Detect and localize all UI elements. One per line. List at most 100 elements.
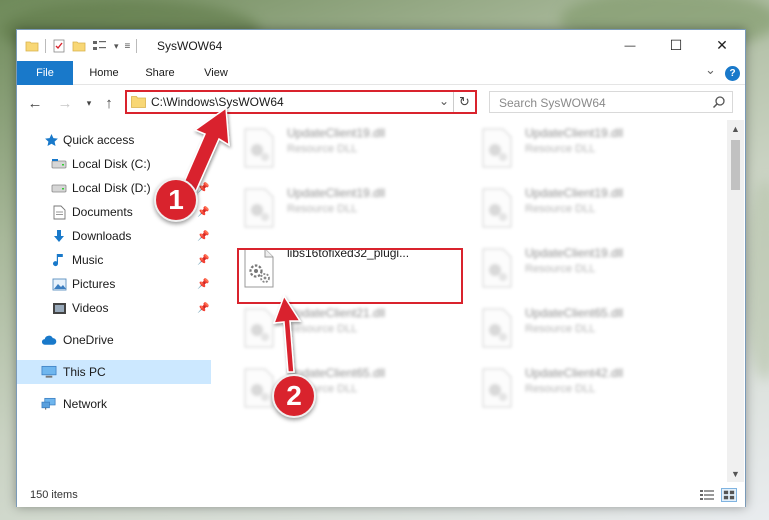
nav-item-label: Videos: [72, 301, 109, 315]
arrow-left-icon: ←: [27, 94, 43, 112]
music-icon: [51, 252, 67, 268]
file-item[interactable]: UpdateClient19.dll Resource DLL: [235, 182, 465, 238]
file-name: UpdateClient65.dll: [525, 306, 624, 320]
chevron-down-icon[interactable]: ⌄: [439, 94, 449, 108]
nav-item-videos[interactable]: Videos 📌: [17, 296, 211, 320]
nav-item-label: Music: [72, 253, 104, 267]
nav-item-label: Pictures: [72, 277, 116, 291]
ribbon-expand-icon[interactable]: ⌄: [705, 62, 716, 78]
search-icon[interactable]: [712, 95, 726, 109]
refresh-button[interactable]: ↻: [453, 92, 475, 112]
file-type: Resource DLL: [525, 203, 596, 215]
view-options-icon[interactable]: [92, 39, 108, 53]
file-item[interactable]: UpdateClient65.dll Resource DLL: [235, 362, 465, 418]
new-folder-icon[interactable]: [72, 39, 86, 53]
title-bar: ▾ ≡ SysWOW64 — ☐ ✕: [17, 30, 745, 61]
nav-item-label: Quick access: [63, 133, 135, 147]
pin-icon[interactable]: 📌: [197, 207, 209, 218]
file-name: UpdateClient19.dll: [525, 246, 624, 260]
file-item[interactable]: UpdateClient21.dll Resource DLL: [235, 302, 465, 358]
customize-toolbar-icon[interactable]: ≡: [125, 41, 131, 52]
file-item[interactable]: UpdateClient65.dll Resource DLL: [473, 302, 703, 358]
nav-item-local-disk-c[interactable]: Local Disk (C:) 📌: [17, 152, 211, 176]
minimize-button[interactable]: —: [607, 30, 653, 61]
file-item[interactable]: UpdateClient19.dll Resource DLL: [473, 122, 703, 178]
scroll-up-button[interactable]: ▲: [727, 120, 744, 137]
recent-locations-button[interactable]: ▾: [79, 94, 99, 112]
tab-share[interactable]: Share: [135, 61, 185, 85]
forward-button[interactable]: →: [55, 94, 75, 112]
search-input[interactable]: Search SysWOW64: [489, 91, 733, 113]
chevron-down-icon: ▼: [731, 468, 740, 479]
dll-file-icon: [482, 308, 512, 348]
dll-file-icon: [482, 188, 512, 228]
address-path[interactable]: C:\Windows\SysWOW64: [151, 95, 284, 109]
step-badge-2: 2: [272, 374, 316, 418]
pictures-icon: [51, 276, 67, 292]
file-item[interactable]: UpdateClient19.dll Resource DLL: [235, 122, 465, 178]
network-icon: [41, 396, 57, 412]
file-item[interactable]: UpdateClient19.dll Resource DLL: [473, 182, 703, 238]
pin-icon[interactable]: 📌: [197, 159, 209, 170]
star-icon: [43, 132, 59, 148]
pin-icon[interactable]: 📌: [197, 231, 209, 242]
address-bar[interactable]: C:\Windows\SysWOW64 ⌄ ↻: [125, 90, 477, 114]
vertical-scrollbar[interactable]: ▲ ▼: [727, 120, 744, 482]
item-count: 150 items: [30, 489, 78, 501]
refresh-icon: ↻: [459, 94, 470, 109]
drive-icon: [51, 180, 67, 196]
file-type: Resource DLL: [525, 323, 596, 335]
dll-file-icon: [482, 248, 512, 288]
tab-home[interactable]: Home: [79, 61, 129, 85]
dll-file-icon: [244, 128, 274, 168]
chevron-down-icon[interactable]: ▾: [114, 41, 119, 52]
dll-file-icon: [244, 188, 274, 228]
chevron-down-icon: ▾: [86, 97, 92, 108]
file-name: UpdateClient19.dll: [287, 186, 386, 200]
file-item[interactable]: UpdateClient42.dll Resource DLL: [473, 362, 703, 418]
nav-item-quick-access[interactable]: Quick access: [17, 128, 211, 152]
folder-icon[interactable]: [25, 39, 39, 53]
file-item[interactable]: UpdateClient19.dll Resource DLL: [473, 242, 703, 298]
dll-file-icon: [482, 368, 512, 408]
nav-item-network[interactable]: Network: [17, 392, 211, 416]
folder-icon: [131, 96, 146, 108]
file-type: Resource DLL: [525, 143, 596, 155]
documents-icon: [51, 204, 67, 220]
navigation-bar: ← → ▾ ↑ C:\Windows\SysWOW64 ⌄ ↻ Search S…: [17, 86, 745, 119]
scroll-down-button[interactable]: ▼: [727, 465, 744, 482]
nav-item-onedrive[interactable]: OneDrive: [17, 328, 211, 352]
file-name: UpdateClient19.dll: [525, 186, 624, 200]
large-icons-view-icon[interactable]: [721, 488, 737, 502]
scroll-thumb[interactable]: [731, 140, 740, 190]
back-button[interactable]: ←: [25, 94, 45, 112]
step-badge-1: 1: [154, 178, 198, 222]
details-view-icon[interactable]: [699, 488, 715, 502]
pin-icon[interactable]: 📌: [197, 183, 209, 194]
nav-item-label: OneDrive: [63, 333, 114, 347]
nav-item-pictures[interactable]: Pictures 📌: [17, 272, 211, 296]
close-button[interactable]: ✕: [699, 30, 745, 61]
file-type: Resource DLL: [287, 323, 358, 335]
close-icon: ✕: [716, 37, 728, 53]
ribbon-tabs: File Home Share View ⌄ ?: [17, 61, 745, 85]
tab-view[interactable]: View: [191, 61, 241, 85]
file-name: UpdateClient19.dll: [525, 126, 624, 140]
maximize-button[interactable]: ☐: [653, 30, 699, 61]
pin-icon[interactable]: 📌: [197, 279, 209, 290]
search-placeholder: Search SysWOW64: [499, 96, 606, 110]
pin-icon[interactable]: 📌: [197, 255, 209, 266]
nav-item-label: Local Disk (C:): [72, 157, 151, 171]
tab-file[interactable]: File: [17, 61, 73, 85]
cloud-icon: [41, 332, 57, 348]
nav-item-music[interactable]: Music 📌: [17, 248, 211, 272]
properties-icon[interactable]: [52, 39, 66, 53]
up-button[interactable]: ↑: [99, 94, 119, 112]
download-icon: [51, 228, 67, 244]
help-icon[interactable]: ?: [725, 66, 740, 81]
toolbar-separator: [45, 39, 46, 53]
pin-icon[interactable]: 📌: [197, 303, 209, 314]
file-type: Resource DLL: [525, 263, 596, 275]
nav-item-this-pc[interactable]: This PC: [17, 360, 211, 384]
nav-item-downloads[interactable]: Downloads 📌: [17, 224, 211, 248]
